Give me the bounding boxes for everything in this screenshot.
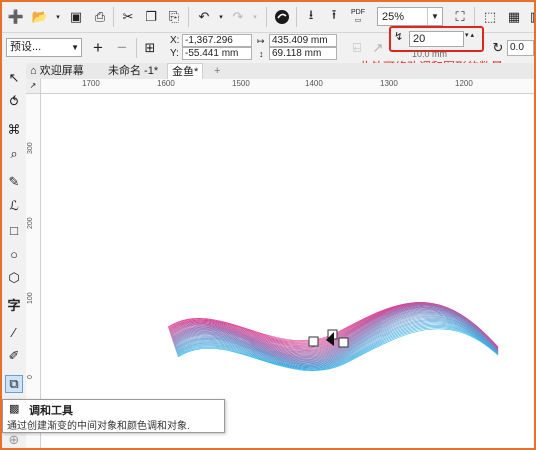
pick-tool-icon[interactable]: ↖: [5, 69, 23, 87]
steps-stepper-icon[interactable]: ▾ ▴: [465, 31, 474, 39]
blend-control-handle[interactable]: [338, 337, 349, 348]
ruler-label: 1500: [232, 79, 250, 88]
copy-icon[interactable]: ❐: [141, 7, 161, 27]
blend-steps-icon: ↯: [394, 31, 404, 43]
drawing-canvas[interactable]: [41, 94, 534, 448]
tab-untitled[interactable]: 未命名 -1*: [104, 63, 162, 79]
ruler-origin-icon[interactable]: ↗: [26, 79, 41, 94]
blend-angle-icon[interactable]: ↻: [488, 38, 508, 58]
zoom-value: 25%: [382, 11, 405, 23]
preset-dropdown[interactable]: 预设... ▼: [6, 38, 82, 57]
horizontal-ruler[interactable]: 1700 1600 1500 1400 1300 1200: [40, 79, 534, 94]
show-grid-icon[interactable]: ▦: [504, 7, 524, 27]
import-icon[interactable]: ⭳: [301, 7, 321, 27]
tooltip-title: 调和工具: [29, 405, 73, 417]
separator: [188, 7, 189, 27]
ruler-label: 0: [27, 375, 34, 379]
ellipse-tool-icon[interactable]: ○: [5, 245, 23, 263]
new-document-icon[interactable]: ➕: [6, 7, 26, 27]
export-icon[interactable]: ⭱: [324, 7, 344, 27]
artistic-media-tool-icon[interactable]: ℒ: [5, 197, 23, 215]
paste-icon[interactable]: ⎘: [164, 7, 184, 27]
show-rulers-icon[interactable]: ⬚: [480, 7, 500, 27]
height-field[interactable]: 69.118 mm: [269, 47, 337, 60]
separator: [266, 7, 267, 27]
ruler-label: 1600: [157, 79, 175, 88]
blend-tool-tooltip: ▩ 调和工具 通过创建渐变的中间对象和颜色调和对象.: [2, 399, 225, 433]
shape-tool-icon[interactable]: ⥀: [5, 93, 23, 111]
ruler-label: 1200: [455, 79, 473, 88]
full-screen-icon[interactable]: ⛶: [450, 7, 470, 27]
preset-label: 预设...: [10, 41, 42, 53]
polygon-tool-icon[interactable]: ⬡: [5, 269, 23, 287]
blend-control-handle[interactable]: [308, 336, 319, 347]
separator: [113, 7, 114, 27]
ruler-label: 100: [27, 292, 34, 304]
add-tool-icon[interactable]: ⊕: [5, 431, 23, 448]
blend-artwork[interactable]: [41, 94, 534, 448]
connector-tool-icon[interactable]: ∕: [5, 323, 23, 341]
add-tab-icon[interactable]: +: [210, 63, 224, 79]
blend-steps-input[interactable]: 20: [409, 31, 464, 47]
blend-path-icon[interactable]: ⍇: [347, 38, 367, 58]
text-tool-icon[interactable]: 字: [5, 295, 23, 313]
chevron-down-icon: ▼: [71, 43, 79, 52]
tooltip-description: 通过创建渐变的中间对象和颜色调和对象.: [7, 421, 190, 432]
blend-direction-icon[interactable]: ↗: [368, 38, 388, 58]
zoom-level-select[interactable]: 25% ▼: [377, 7, 443, 26]
x-position-label: X:: [170, 35, 180, 46]
tab-label: 金鱼*: [172, 66, 199, 78]
blend-tool-icon[interactable]: ⧉: [5, 375, 23, 393]
y-position-label: Y:: [170, 48, 179, 59]
open-dropdown-icon[interactable]: ▾: [48, 7, 68, 27]
tab-goldfish[interactable]: 金鱼*: [167, 63, 204, 80]
ruler-label: 300: [27, 142, 34, 154]
width-icon: ↦: [257, 36, 265, 46]
tab-welcome-screen[interactable]: ⌂ 欢迎屏幕: [26, 63, 88, 79]
ruler-label: 200: [27, 217, 34, 229]
height-icon: ↕: [259, 49, 264, 59]
tab-label: 未命名 -1*: [108, 65, 159, 77]
app-window: ➕ 📂 ▾ ▣ ⎙ ✂ ❐ ⎘ ↶ ▾ ↷ ▾ ⭳ ⭱ PDF ▭ 25% ▼ ⛶…: [0, 0, 536, 450]
more-icon[interactable]: ▥: [526, 7, 534, 27]
freehand-tool-icon[interactable]: ✎: [5, 173, 23, 191]
separator: [296, 7, 297, 27]
x-position-field[interactable]: -1,367.296 mm: [182, 34, 252, 57]
object-origin-icon[interactable]: ⊞: [140, 38, 160, 58]
open-folder-icon[interactable]: 📂: [30, 7, 50, 27]
blend-angle-field[interactable]: 0.0: [507, 40, 534, 56]
ruler-label: 1700: [82, 79, 100, 88]
add-preset-icon[interactable]: +: [88, 38, 108, 58]
home-icon: ⌂: [30, 65, 37, 77]
remove-preset-icon[interactable]: −: [112, 38, 132, 58]
print-icon[interactable]: ⎙: [90, 7, 110, 27]
blend-tool-tooltip-icon: ▩: [9, 403, 20, 415]
ruler-label: 1400: [305, 79, 323, 88]
corel-connect-icon[interactable]: [272, 7, 292, 27]
rectangle-tool-icon[interactable]: □: [5, 221, 23, 239]
cut-icon[interactable]: ✂: [118, 7, 138, 27]
width-field[interactable]: 435.409 mm: [269, 34, 337, 47]
save-icon[interactable]: ▣: [66, 7, 86, 27]
separator: [136, 38, 137, 58]
dropper-tool-icon[interactable]: ✐: [5, 347, 23, 365]
toolbox: ↖ ⥀ ⌘ ⌕ ✎ ℒ □ ○ ⬡ 字 ∕ ✐ ⧉ ▩ ⊕: [2, 63, 27, 448]
y-position-field[interactable]: -55.441 mm: [182, 47, 252, 60]
separator: [474, 7, 475, 27]
crop-tool-icon[interactable]: ⌘: [5, 121, 23, 139]
tab-label: 欢迎屏幕: [39, 65, 84, 77]
publish-pdf-icon[interactable]: PDF ▭: [348, 7, 368, 27]
zoom-tool-icon[interactable]: ⌕: [5, 145, 23, 163]
chevron-down-icon: ▼: [427, 8, 442, 25]
vertical-ruler[interactable]: 300 200 100 0: [26, 79, 41, 448]
redo-dropdown-icon[interactable]: ▾: [245, 7, 265, 27]
ruler-label: 1300: [380, 79, 398, 88]
document-tabs: ⌂ 欢迎屏幕 未命名 -1* 金鱼* +: [26, 63, 534, 80]
blend-steps-value: 20: [413, 33, 426, 45]
